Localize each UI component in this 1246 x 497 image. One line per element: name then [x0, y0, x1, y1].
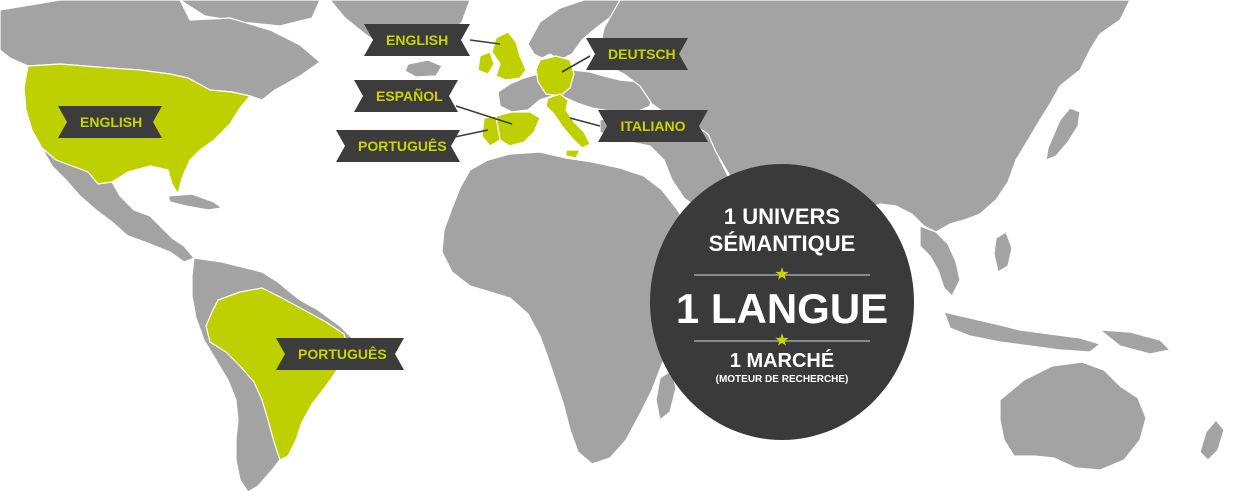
label-usa: ENGLISH	[58, 106, 162, 138]
southeast-asia	[919, 225, 961, 297]
badge-line-1: 1 UNIVERS	[723, 204, 841, 229]
sicily-region	[565, 149, 581, 159]
label-spain: ESPAÑOL	[354, 80, 458, 112]
badge-line-5: (MOTEUR DE RECHERCHE)	[715, 374, 849, 385]
new-zealand	[1199, 419, 1225, 461]
philippines	[993, 231, 1013, 273]
badge-line-3: 1 LANGUE	[675, 285, 889, 332]
badge-line-4: 1 MARCHÉ	[729, 350, 835, 372]
label-brazil: PORTUGUÊS	[276, 338, 404, 370]
papua	[1099, 329, 1171, 355]
label-italy: ITALIANO	[598, 110, 708, 142]
spain-region	[495, 111, 541, 147]
uk-region	[491, 31, 527, 81]
caribbean	[167, 193, 223, 211]
indonesia	[943, 311, 1101, 353]
world-map-infographic: ENGLISH ENGLISH DEUTSCH ESPAÑOL PORTUGUÊ…	[0, 0, 1246, 497]
label-uk: ENGLISH	[364, 24, 470, 56]
iceland	[404, 59, 443, 78]
badge-line-2: SÉMANTIQUE	[708, 231, 856, 256]
slogan-badge: 1 UNIVERS SÉMANTIQUE 1 LANGUE 1 MARCHÉ (…	[650, 164, 914, 440]
japan	[1045, 107, 1081, 161]
ireland-region	[477, 51, 495, 75]
label-germany: DEUTSCH	[586, 38, 688, 70]
australia	[999, 361, 1147, 471]
world-map	[0, 0, 1225, 493]
label-portugal: PORTUGUÊS	[336, 130, 460, 162]
